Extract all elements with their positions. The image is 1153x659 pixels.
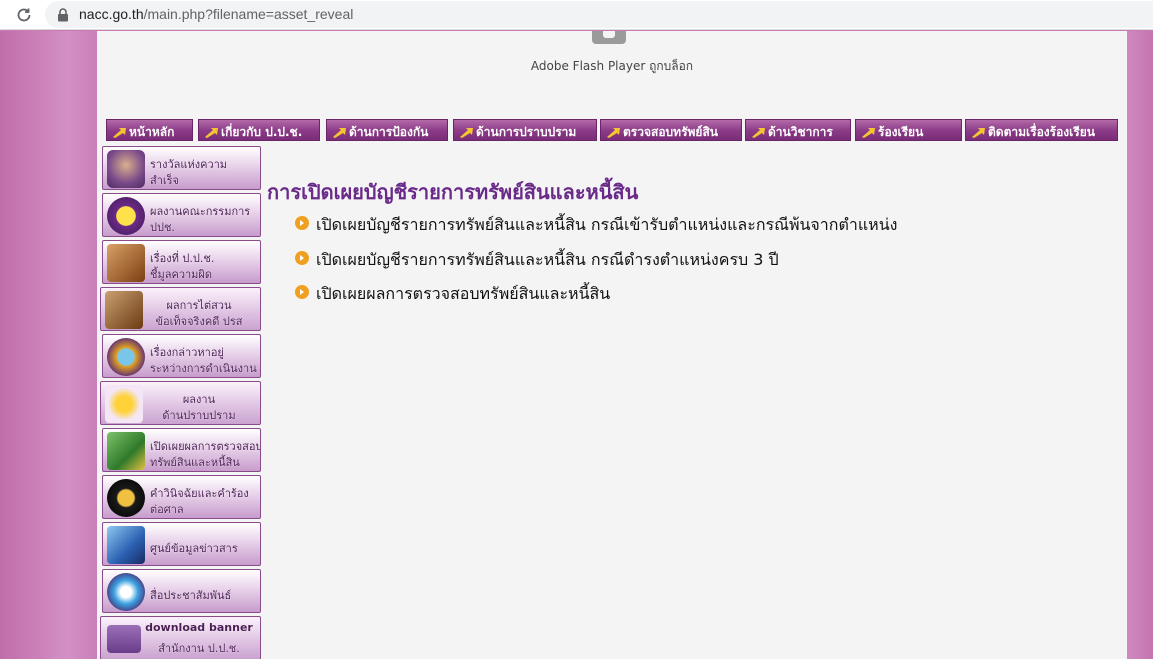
menu-item-download-banner[interactable]: download banner สำนักงาน ป.ป.ช. <box>100 616 261 659</box>
link-text: เปิดเผยบัญชีรายการทรัพย์สินและหนี้สิน กร… <box>316 250 779 269</box>
menu-item-label: สำนักงาน ป.ป.ช. <box>158 642 240 655</box>
nav-tab-asset-inspection[interactable]: ตรวจสอบทรัพย์สิน <box>600 119 742 141</box>
nav-tab-label: ร้องเรียน <box>878 125 924 139</box>
menu-item-label: ข้อเท็จจริงคดี ปรส <box>155 315 243 328</box>
nav-tab-suppression[interactable]: ด้านการปราบปราม <box>453 119 597 141</box>
menu-item-label: download banner <box>145 621 253 634</box>
lock-icon <box>57 7 69 26</box>
bullet-arrow-icon <box>295 251 309 265</box>
menu-item-investigation-result[interactable]: ผลการไต่สวน ข้อเท็จจริงคดี ปรส <box>100 287 261 331</box>
nav-tab-label: ด้านวิชาการ <box>768 125 833 139</box>
url-host: nacc.go.th <box>79 6 144 22</box>
gavel-icon <box>107 244 145 282</box>
menu-item-court-rulings[interactable]: คำวินิจฉัยและคำร้อง ต่อศาล <box>102 475 261 519</box>
menu-item-label: ด้านปราบปราม <box>162 409 236 422</box>
menu-item-label: ทรัพย์สินและหนี้สิน <box>150 456 240 469</box>
page-title: การเปิดเผยบัญชีรายการทรัพย์สินและหนี้สิน <box>267 180 639 204</box>
url-path: /main.php?filename=asset_reveal <box>143 6 354 22</box>
nav-tab-label: ด้านการป้องกัน <box>349 125 429 139</box>
justice-icon <box>107 479 145 517</box>
menu-item-award[interactable]: รางวัลแห่งความ สำเร็จ <box>102 146 261 190</box>
flash-placeholder[interactable]: Adobe Flash Player ถูกบล็อก <box>97 31 1127 111</box>
menu-item-public-relations[interactable]: สื่อประชาสัมพันธ์ <box>102 569 261 613</box>
magnifier-icon <box>107 338 145 376</box>
page-background-right <box>1127 31 1153 659</box>
trophy-icon <box>107 150 145 188</box>
nav-tab-label: หน้าหลัก <box>129 125 175 139</box>
menu-item-label: ปปช. <box>150 221 175 234</box>
nav-tab-label: เกี่ยวกับ ป.ป.ช. <box>221 125 303 139</box>
media-icon <box>107 573 145 611</box>
arrow-icon <box>862 128 875 138</box>
url-text: nacc.go.th/main.php?filename=asset_revea… <box>79 6 353 22</box>
money-icon <box>107 432 145 470</box>
page-container: Adobe Flash Player ถูกบล็อก หน้าหลัก เกี… <box>97 31 1127 659</box>
menu-item-label: ระหว่างการดำเนินงาน <box>150 362 257 375</box>
menu-item-label: ชี้มูลความผิด <box>150 268 213 281</box>
download-icon <box>107 625 141 653</box>
link-text: เปิดเผยบัญชีรายการทรัพย์สินและหนี้สิน กร… <box>316 215 898 234</box>
menu-item-label: สำเร็จ <box>150 174 180 187</box>
bullet-arrow-icon <box>295 216 309 230</box>
menu-item-suppression-work[interactable]: ผลงาน ด้านปราบปราม <box>100 381 261 425</box>
address-bar[interactable]: nacc.go.th/main.php?filename=asset_revea… <box>45 1 1153 28</box>
arrow-icon <box>460 128 473 138</box>
arrow-icon <box>607 128 620 138</box>
arrow-icon <box>205 128 218 138</box>
menu-item-asset-disclosure[interactable]: เปิดเผยผลการตรวจสอบ ทรัพย์สินและหนี้สิน <box>102 428 261 472</box>
menu-item-label: สื่อประชาสัมพันธ์ <box>150 589 232 602</box>
nav-tab-home[interactable]: หน้าหลัก <box>106 119 193 141</box>
reload-icon[interactable] <box>13 4 35 26</box>
nav-tab-prevention[interactable]: ด้านการป้องกัน <box>326 119 448 141</box>
scales-icon <box>105 291 143 329</box>
arrow-icon <box>752 128 765 138</box>
computer-icon <box>107 526 145 564</box>
nav-tab-track-complaint[interactable]: ติดตามเรื่องร้องเรียน <box>965 119 1118 141</box>
plugin-icon <box>592 31 626 44</box>
page-background-left <box>0 31 97 659</box>
link-text: เปิดเผยผลการตรวจสอบทรัพย์สินและหนี้สิน <box>316 284 611 303</box>
emblem-icon <box>105 385 143 423</box>
flash-blocked-message: Adobe Flash Player ถูกบล็อก <box>530 59 694 73</box>
nav-tab-label: ติดตามเรื่องร้องเรียน <box>988 125 1095 139</box>
menu-item-label: ต่อศาล <box>150 503 184 516</box>
nav-tab-about[interactable]: เกี่ยวกับ ป.ป.ช. <box>198 119 320 141</box>
star-icon <box>107 197 145 235</box>
arrow-icon <box>972 128 985 138</box>
nav-tab-label: ด้านการปราบปราม <box>476 125 577 139</box>
bullet-arrow-icon <box>295 285 309 299</box>
menu-item-label: ศูนย์ข้อมูลข่าวสาร <box>150 542 238 555</box>
nav-tab-label: ตรวจสอบทรัพย์สิน <box>623 125 718 139</box>
menu-item-indictments[interactable]: เรื่องที่ ป.ป.ช. ชี้มูลความผิด <box>102 240 261 284</box>
browser-toolbar: nacc.go.th/main.php?filename=asset_revea… <box>0 0 1153 30</box>
nav-tab-academic[interactable]: ด้านวิชาการ <box>745 119 851 141</box>
arrow-icon <box>113 128 126 138</box>
menu-item-pending-allegations[interactable]: เรื่องกล่าวหาอยู่ ระหว่างการดำเนินงาน <box>102 334 261 378</box>
menu-item-committee-work[interactable]: ผลงานคณะกรรมการ ปปช. <box>102 193 261 237</box>
nav-tab-complaint[interactable]: ร้องเรียน <box>855 119 962 141</box>
menu-item-info-center[interactable]: ศูนย์ข้อมูลข่าวสาร <box>102 522 261 566</box>
arrow-icon <box>333 128 346 138</box>
